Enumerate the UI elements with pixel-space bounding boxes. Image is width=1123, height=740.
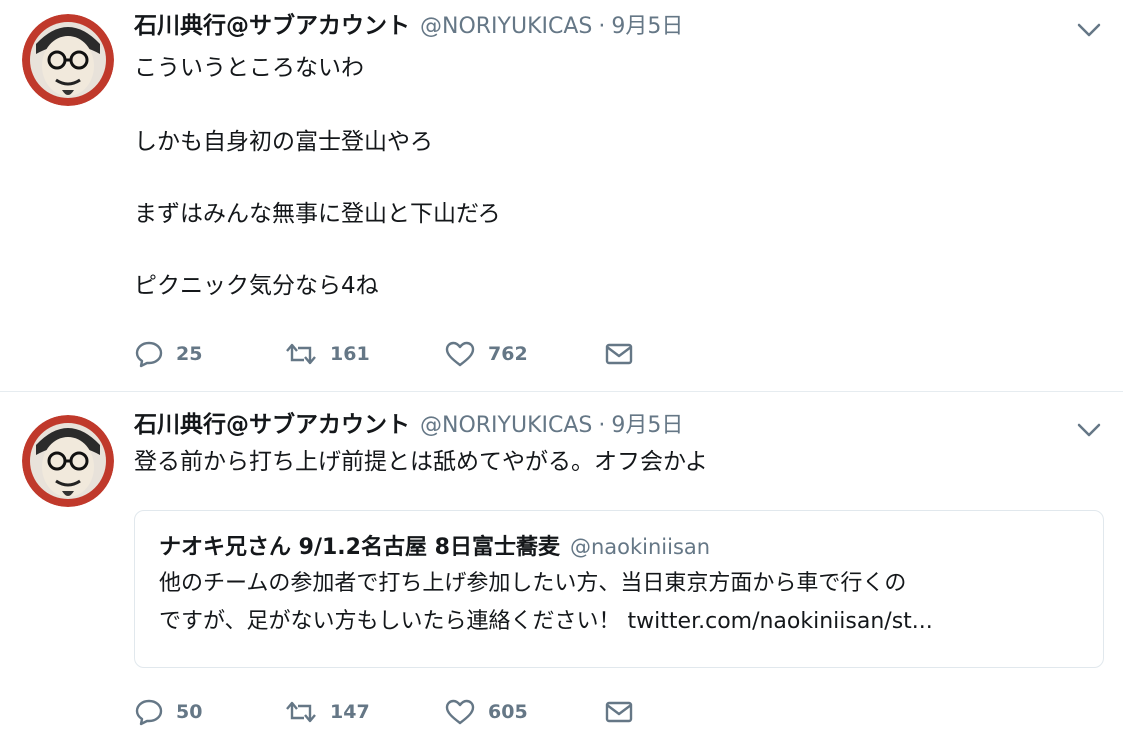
chevron-down-icon[interactable] (1076, 21, 1102, 39)
tweet-line: しかも自身初の富士登山やろ (134, 129, 433, 155)
retweet-button[interactable]: 161 (284, 337, 444, 371)
chevron-down-icon[interactable] (1076, 421, 1102, 439)
quoted-author-name: ナオキ兄さん 9/1.2名古屋 8日富士蕎麦 (159, 535, 560, 560)
tweet[interactable]: 石川典行@サブアカウント @NORIYUKICAS · 9月5日 登る前から打ち… (0, 393, 1123, 740)
tweet-text: 登る前から打ち上げ前提とは舐めてやがる。オフ会かよ (134, 449, 708, 475)
retweet-icon (284, 340, 318, 368)
author-handle[interactable]: @NORIYUKICAS (420, 413, 592, 438)
tweet-line: こういうところないわ (134, 55, 364, 81)
author-name[interactable]: 石川典行@サブアカウント (134, 6, 410, 40)
avatar[interactable] (22, 415, 114, 507)
quoted-author-handle: @naokiniisan (569, 535, 711, 559)
reply-count: 50 (176, 701, 203, 723)
tweet-actions: 25 161 762 (134, 337, 634, 371)
tweet-text: こういうところないわ しかも自身初の富士登山やろ まずはみんな無事に登山と下山だ… (134, 50, 1074, 304)
retweet-button[interactable]: 147 (284, 695, 444, 729)
separator: · (598, 413, 606, 438)
tweet-header: 石川典行@サブアカウント @NORIYUKICAS · 9月5日 (134, 6, 683, 40)
author-name[interactable]: 石川典行@サブアカウント (134, 405, 410, 439)
tweet-line: まずはみんな無事に登山と下山だろ (134, 201, 501, 227)
retweet-count: 161 (330, 343, 370, 365)
envelope-icon (604, 341, 634, 367)
avatar[interactable] (22, 14, 114, 106)
timestamp[interactable]: 9月5日 (611, 407, 683, 439)
envelope-icon (604, 699, 634, 725)
like-count: 605 (488, 701, 528, 723)
separator: · (598, 14, 606, 39)
reply-button[interactable]: 50 (134, 695, 284, 729)
retweet-count: 147 (330, 701, 370, 723)
reply-count: 25 (176, 343, 203, 365)
quoted-tweet[interactable]: ナオキ兄さん 9/1.2名古屋 8日富士蕎麦 @naokiniisan 他のチー… (134, 510, 1104, 668)
tweet-actions: 50 147 605 (134, 695, 634, 729)
like-button[interactable]: 605 (444, 695, 604, 729)
heart-icon (444, 698, 476, 726)
quoted-tweet-line: ですが、足がない方もしいたら連絡ください！ twitter.com/naokin… (159, 609, 933, 634)
reply-icon (134, 698, 164, 726)
tweet-header: 石川典行@サブアカウント @NORIYUKICAS · 9月5日 (134, 405, 683, 439)
reply-button[interactable]: 25 (134, 337, 284, 371)
timestamp[interactable]: 9月5日 (611, 8, 683, 40)
quoted-tweet-line: 他のチームの参加者で打ち上げ参加したい方、当日東京方面から車で行くの (159, 571, 907, 596)
tweet-line: ピクニック気分なら4ね (134, 273, 379, 299)
like-button[interactable]: 762 (444, 337, 604, 371)
heart-icon (444, 340, 476, 368)
retweet-icon (284, 698, 318, 726)
like-count: 762 (488, 343, 528, 365)
author-handle[interactable]: @NORIYUKICAS (420, 14, 592, 39)
dm-button[interactable] (604, 695, 634, 729)
reply-icon (134, 340, 164, 368)
dm-button[interactable] (604, 337, 634, 371)
quoted-tweet-header: ナオキ兄さん 9/1.2名古屋 8日富士蕎麦 @naokiniisan (159, 529, 1079, 565)
tweet[interactable]: 石川典行@サブアカウント @NORIYUKICAS · 9月5日 こういうところ… (0, 0, 1123, 392)
